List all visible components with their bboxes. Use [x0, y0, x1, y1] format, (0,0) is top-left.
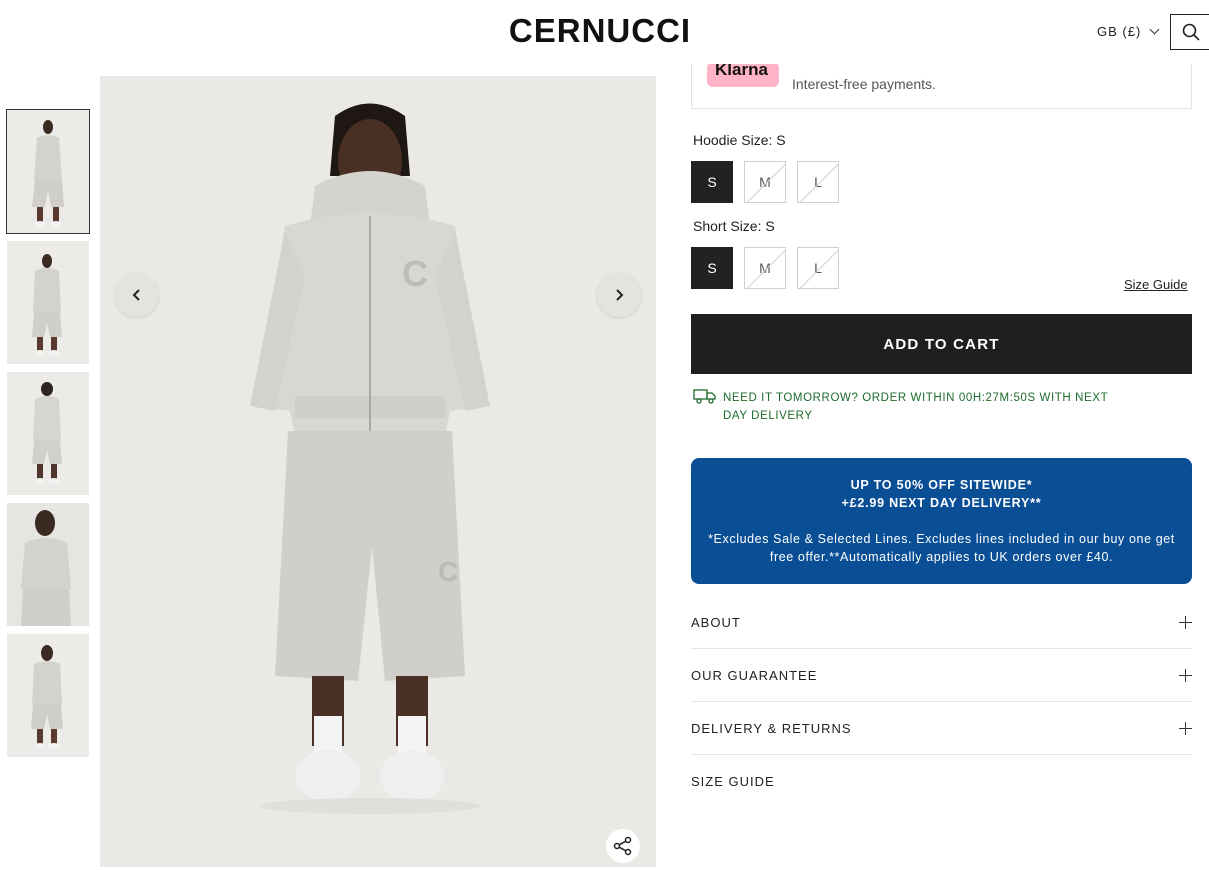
site-header: CERNUCCI GB (£)	[0, 0, 1209, 64]
add-to-cart-button[interactable]: ADD TO CART	[691, 314, 1192, 374]
short-size-l-button[interactable]: L	[797, 247, 839, 289]
accordion-size-guide[interactable]: SIZE GUIDE	[691, 755, 1192, 808]
next-image-button[interactable]	[597, 273, 641, 317]
currency-selector[interactable]: GB (£)	[1097, 24, 1160, 39]
product-thumbnail-image	[7, 241, 89, 364]
thumbnail-4[interactable]	[7, 503, 89, 626]
previous-image-button[interactable]	[115, 273, 159, 317]
share-button[interactable]	[606, 829, 640, 863]
accordion-label: ABOUT	[691, 615, 741, 630]
thumbnail-3[interactable]	[7, 372, 89, 495]
truck-icon	[693, 389, 716, 404]
hoodie-size-s-button[interactable]: S	[691, 161, 733, 203]
accordion-label: SIZE GUIDE	[691, 774, 775, 789]
chevron-right-icon	[616, 289, 624, 301]
product-thumbnail-image	[7, 503, 89, 626]
site-logo[interactable]: CERNUCCI	[472, 14, 728, 48]
accordion-label: DELIVERY & RETURNS	[691, 721, 852, 736]
klarna-message: Interest-free payments.	[792, 76, 936, 92]
short-size-s-button[interactable]: S	[691, 247, 733, 289]
plus-icon	[1179, 669, 1192, 682]
thumbnail-1[interactable]	[6, 109, 90, 234]
plus-icon	[1179, 722, 1192, 735]
delivery-countdown-text: NEED IT TOMORROW? ORDER WITHIN 00H:27M:5…	[723, 392, 1108, 422]
thumbnail-2[interactable]	[7, 241, 89, 364]
klarna-logo: Klarna	[707, 62, 779, 87]
promo-headline: UP TO 50% OFF SITEWIDE*	[850, 478, 1033, 492]
product-thumbnail-image	[7, 634, 89, 757]
product-photo: C C	[100, 76, 656, 867]
product-thumbnail-image	[7, 372, 89, 495]
accordion-about[interactable]: ABOUT	[691, 596, 1192, 649]
klarna-logo-text: Klarna	[715, 62, 768, 79]
hoodie-size-m-button[interactable]: M	[744, 161, 786, 203]
chevron-left-icon	[132, 289, 140, 301]
svg-text:C: C	[438, 556, 458, 587]
hoodie-size-l-button[interactable]: L	[797, 161, 839, 203]
hoodie-size-label: Hoodie Size: S	[693, 132, 786, 148]
promo-terms: *Excludes Sale & Selected Lines. Exclude…	[708, 532, 1175, 564]
accordion-our-guarantee[interactable]: OUR GUARANTEE	[691, 649, 1192, 702]
product-thumbnail-image	[7, 110, 89, 233]
promo-subheadline: +£2.99 NEXT DAY DELIVERY**	[841, 496, 1042, 510]
svg-text:C: C	[402, 253, 428, 294]
share-icon	[613, 836, 632, 856]
main-product-image: C C	[100, 76, 656, 867]
search-icon	[1182, 23, 1200, 41]
short-size-m-button[interactable]: M	[744, 247, 786, 289]
currency-label: GB (£)	[1097, 24, 1142, 39]
size-guide-link[interactable]: Size Guide	[1124, 277, 1188, 292]
accordion-label: OUR GUARANTEE	[691, 668, 818, 683]
short-size-label: Short Size: S	[693, 218, 775, 234]
accordion-delivery-returns[interactable]: DELIVERY & RETURNS	[691, 702, 1192, 755]
chevron-down-icon	[1149, 24, 1160, 35]
promo-banner: UP TO 50% OFF SITEWIDE* +£2.99 NEXT DAY …	[691, 458, 1192, 584]
search-button[interactable]	[1170, 14, 1209, 50]
plus-icon	[1179, 616, 1192, 629]
thumbnail-5[interactable]	[7, 634, 89, 757]
